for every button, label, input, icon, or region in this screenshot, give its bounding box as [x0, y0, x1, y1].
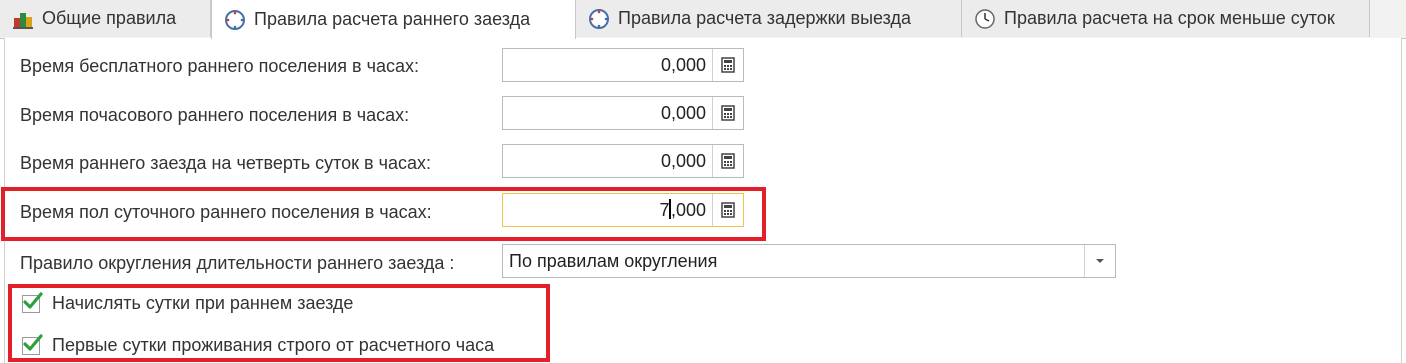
tab-bar: Общие правила Правила расчета раннего за…: [0, 0, 1406, 39]
first-day-strict-label: Первые сутки проживания строго от расчет…: [52, 335, 495, 355]
charge-days-checkbox-row[interactable]: Начислять сутки при раннем заезде: [22, 291, 354, 314]
rounding-select-value[interactable]: По правилам округления: [503, 251, 1084, 272]
free-early-label: Время бесплатного раннего поселения в ча…: [20, 56, 419, 76]
hourly-early-label: Время почасового раннего поселения в час…: [20, 105, 410, 125]
tab-label: Правила расчета задержки выезда: [618, 8, 912, 28]
tab-label: Правила расчета на срок меньше суток: [1004, 8, 1335, 28]
charge-days-checkbox[interactable]: [22, 291, 43, 313]
charge-days-label: Начислять сутки при раннем заезде: [52, 293, 354, 313]
quarter-day-field[interactable]: 0,000: [502, 144, 744, 178]
half-day-label: Время пол суточного раннего поселения в …: [20, 202, 432, 222]
free-early-field[interactable]: 0,000: [502, 48, 744, 82]
calculator-icon[interactable]: [712, 97, 743, 129]
clock-icon: [588, 8, 610, 30]
calculator-icon[interactable]: [712, 194, 743, 226]
first-day-strict-checkbox-row[interactable]: Первые сутки проживания строго от расчет…: [22, 333, 495, 356]
quarter-day-label: Время раннего заезда на четверть суток в…: [20, 153, 431, 173]
rounding-select[interactable]: По правилам округления: [502, 244, 1116, 278]
hotel-icon: [12, 8, 34, 30]
tab-general-rules[interactable]: Общие правила: [0, 0, 211, 37]
tab-label: Правила расчета раннего заезда: [254, 9, 531, 29]
hourly-early-field[interactable]: 0,000: [502, 96, 744, 130]
calculator-icon[interactable]: [712, 49, 743, 81]
quarter-day-value[interactable]: 0,000: [503, 151, 712, 172]
half-day-value[interactable]: 7,000: [503, 199, 712, 221]
tab-late-checkout-rules[interactable]: Правила расчета задержки выезда: [576, 0, 962, 37]
tab-label: Общие правила: [42, 8, 177, 28]
clock-icon: [224, 9, 246, 31]
clock-icon: [974, 8, 996, 30]
rounding-label: Правило округления длительности раннего …: [20, 253, 455, 273]
half-day-field[interactable]: 7,000: [502, 193, 744, 227]
checkmark-icon: [23, 333, 43, 351]
checkmark-icon: [23, 291, 43, 309]
hourly-early-value[interactable]: 0,000: [503, 103, 712, 124]
calculator-icon[interactable]: [712, 145, 743, 177]
tab-less-than-day-rules[interactable]: Правила расчета на срок меньше суток: [962, 0, 1370, 37]
tab-early-checkin-rules[interactable]: Правила расчета раннего заезда: [211, 0, 576, 39]
half-day-value-frac: ,000: [670, 200, 706, 220]
first-day-strict-checkbox[interactable]: [22, 333, 43, 355]
chevron-down-icon[interactable]: [1084, 245, 1115, 277]
half-day-value-int: 7: [659, 200, 670, 220]
free-early-value[interactable]: 0,000: [503, 55, 712, 76]
